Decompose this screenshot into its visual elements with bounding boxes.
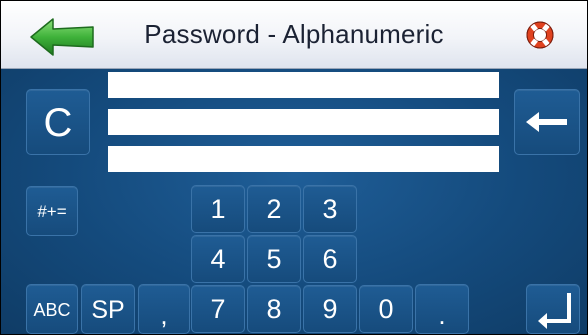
backspace-button[interactable] [514, 89, 580, 155]
password-field-2[interactable] [108, 109, 499, 135]
password-field-3[interactable] [108, 146, 499, 172]
password-field-1[interactable] [108, 72, 499, 98]
page-title: Password - Alphanumeric [144, 19, 444, 49]
symbols-button[interactable]: #+= [26, 186, 78, 236]
key-4[interactable]: 4 [191, 235, 245, 283]
abc-button[interactable]: ABC [26, 284, 78, 334]
key-7[interactable]: 7 [191, 285, 245, 333]
key-0[interactable]: 0 [359, 285, 413, 333]
space-button[interactable]: SP [81, 284, 135, 334]
key-3[interactable]: 3 [303, 185, 357, 233]
comma-key[interactable]: , [138, 284, 190, 334]
backspace-arrow-icon [526, 112, 567, 132]
dot-key[interactable]: . [415, 284, 469, 334]
help-button[interactable] [524, 19, 556, 51]
clear-button[interactable]: C [26, 89, 90, 155]
key-8[interactable]: 8 [247, 285, 301, 333]
enter-button[interactable] [526, 284, 580, 334]
key-2[interactable]: 2 [247, 185, 301, 233]
key-6[interactable]: 6 [303, 235, 357, 283]
password-dialog: Password - Alphanumeric C #+= 1 2 3 4 5 … [0, 0, 588, 335]
key-5[interactable]: 5 [247, 235, 301, 283]
lifebuoy-icon [526, 21, 554, 49]
key-9[interactable]: 9 [303, 285, 357, 333]
header-bar: Password - Alphanumeric [1, 1, 587, 69]
enter-return-icon [538, 293, 571, 329]
key-1[interactable]: 1 [191, 185, 245, 233]
keypad-area: C #+= 1 2 3 4 5 6 ABC SP , 7 8 9 0 . [1, 69, 587, 334]
